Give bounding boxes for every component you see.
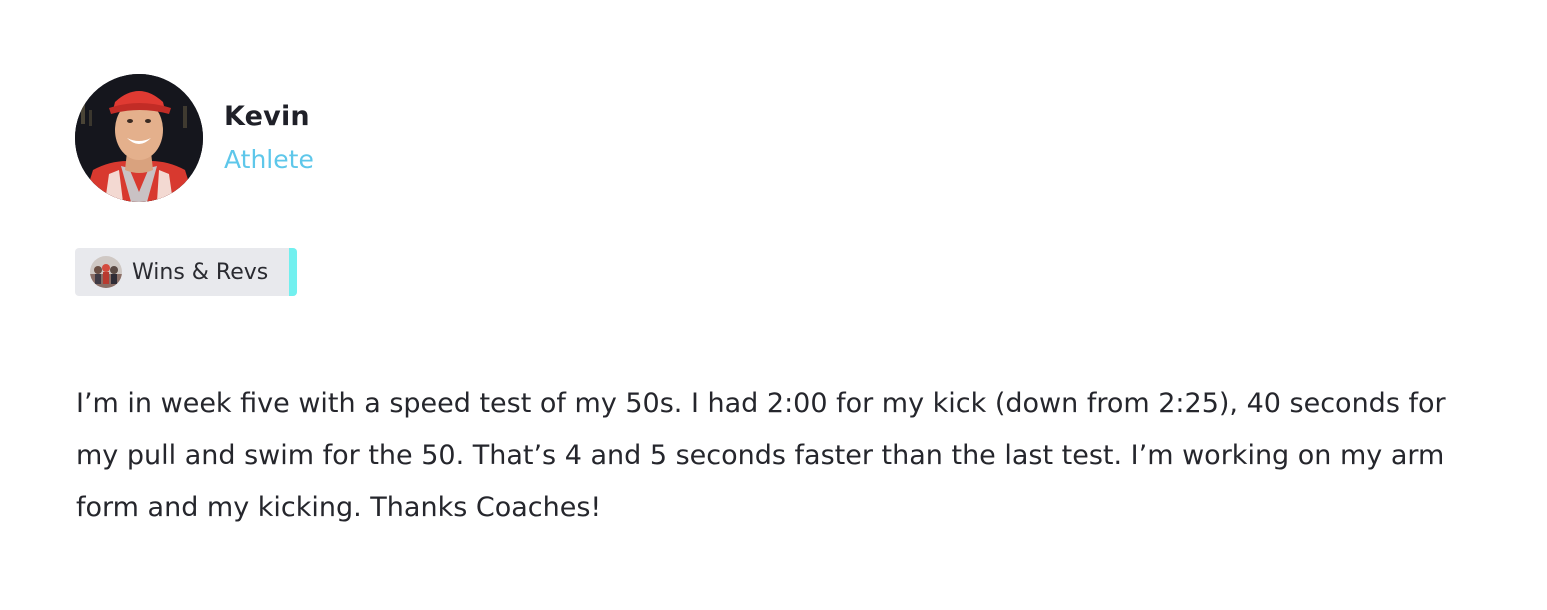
space-label: Wins & Revs xyxy=(132,259,269,285)
post-card: Kevin Athlete Wins & Revs I’m in week fi… xyxy=(0,0,1547,610)
avatar-photo-icon xyxy=(75,74,203,202)
author-info: Kevin Athlete xyxy=(224,100,314,177)
group-photo-icon xyxy=(90,256,122,288)
post-author: Kevin Athlete xyxy=(75,74,314,202)
post-body: I’m in week five with a speed test of my… xyxy=(76,388,1446,523)
author-avatar[interactable] xyxy=(75,74,203,202)
author-name[interactable]: Kevin xyxy=(224,100,314,134)
author-role: Athlete xyxy=(224,144,314,174)
space-chip[interactable]: Wins & Revs xyxy=(75,248,297,296)
